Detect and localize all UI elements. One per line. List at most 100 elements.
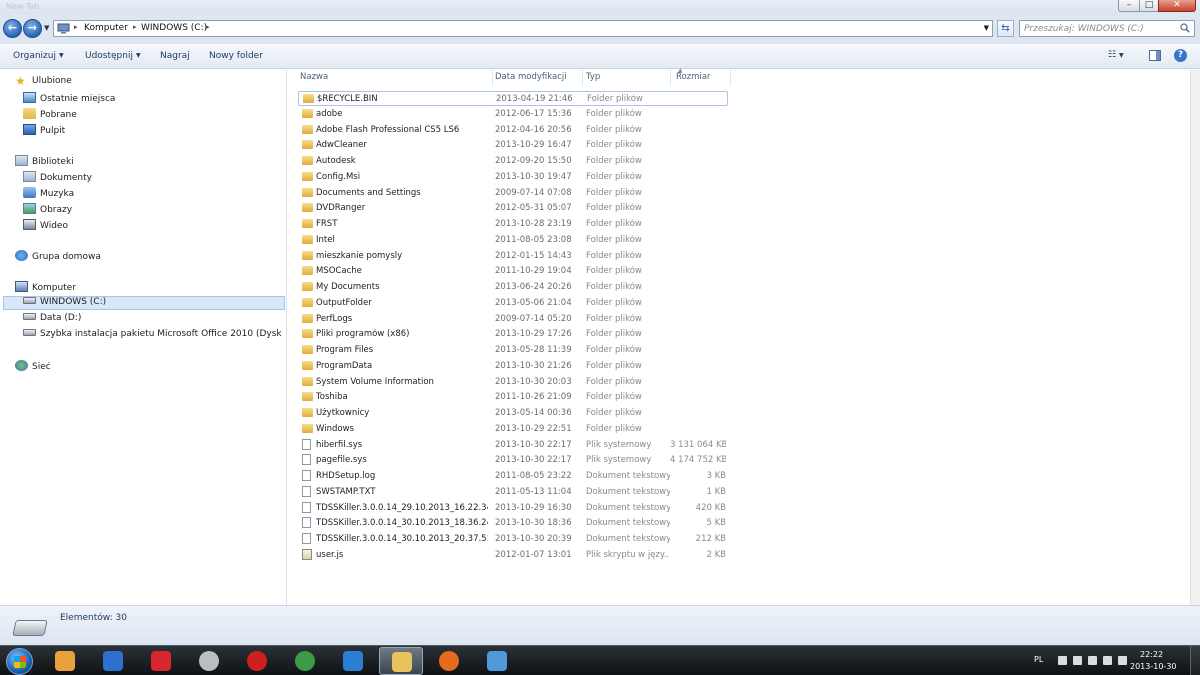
- recent-pages-dropdown-icon[interactable]: ▼: [44, 24, 49, 32]
- file-date: 2013-10-29 16:47: [495, 140, 572, 151]
- nav-libraries[interactable]: Biblioteki: [15, 155, 74, 169]
- table-row[interactable]: System Volume Information 2013-10-30 20:0…: [298, 375, 728, 390]
- clock-date[interactable]: 2013-10-30: [1130, 662, 1177, 671]
- vertical-scrollbar[interactable]: [1190, 70, 1200, 605]
- file-type: Dokument tekstowy: [586, 471, 670, 481]
- table-row[interactable]: SWSTAMP.TXT 2011-05-13 11:04 Dokument teks…: [298, 485, 728, 500]
- table-row[interactable]: Config.Msi 2013-10-30 19:47 Folder plików: [298, 170, 728, 185]
- table-row[interactable]: Windows 2013-10-29 22:51 Folder plików: [298, 422, 728, 437]
- search-input[interactable]: [1020, 21, 1170, 36]
- table-row[interactable]: RHDSetup.log 2011-08-05 23:22 Dokument tek…: [298, 469, 728, 484]
- table-row[interactable]: OutputFolder 2013-05-06 21:04 Folder plikó…: [298, 296, 728, 311]
- search-icon[interactable]: [1180, 23, 1190, 33]
- nav-item-data-d[interactable]: Data (D:): [23, 313, 81, 327]
- table-row[interactable]: adobe 2012-06-17 15:36 Folder plików: [298, 107, 728, 122]
- clock-time[interactable]: 22:22: [1140, 650, 1163, 659]
- address-history-dropdown-icon[interactable]: ▼: [984, 24, 989, 32]
- table-row[interactable]: Toshiba 2011-10-26 21:09 Folder plików: [298, 390, 728, 405]
- nav-favorites[interactable]: ★ Ulubione: [15, 76, 72, 90]
- power-icon[interactable]: [1088, 656, 1097, 665]
- table-row[interactable]: Użytkownicy 2013-05-14 00:36 Folder plików: [298, 406, 728, 421]
- table-row[interactable]: Adobe Flash Professional CS5 LS6 2012-04-…: [298, 123, 728, 138]
- breadcrumb-separator-icon[interactable]: ▸: [206, 23, 210, 31]
- preview-pane-button[interactable]: [1149, 50, 1161, 61]
- nav-item-office-drive[interactable]: Szybka instalacja pakietu Microsoft Offi…: [23, 329, 285, 343]
- table-row[interactable]: mieszkanie pomysly 2012-01-15 14:43 Folder…: [298, 249, 728, 264]
- table-row[interactable]: TDSSKiller.3.0.0.14_30.10.2013_18.36.24_…: [298, 516, 728, 531]
- table-row[interactable]: $RECYCLE.BIN 2013-04-19 21:46 Folder plikó…: [298, 91, 728, 106]
- change-view-button[interactable]: ☷ ▼: [1108, 50, 1124, 60]
- table-row[interactable]: user.js 2012-01-07 13:01 Plik skryptu w ję…: [298, 548, 728, 563]
- close-button[interactable]: ✕: [1158, 0, 1196, 12]
- burn-button[interactable]: Nagraj: [160, 51, 190, 61]
- taskbar-app-button[interactable]: [235, 647, 279, 675]
- back-button[interactable]: ←: [3, 19, 22, 38]
- taskbar-app-button[interactable]: [43, 647, 87, 675]
- new-folder-button[interactable]: Nowy folder: [209, 51, 263, 61]
- nav-network[interactable]: Sieć: [15, 360, 51, 374]
- share-menu-button[interactable]: Udostępnij ▼: [85, 51, 141, 61]
- breadcrumb-computer[interactable]: Komputer: [84, 23, 128, 33]
- folder-icon: [302, 266, 313, 276]
- forward-button[interactable]: →: [23, 19, 42, 38]
- network-signal-icon[interactable]: [1103, 656, 1112, 665]
- table-row[interactable]: FRST 2013-10-28 23:19 Folder plików: [298, 217, 728, 232]
- organize-menu-button[interactable]: Organizuj ▼: [13, 51, 64, 61]
- table-row[interactable]: hiberfil.sys 2013-10-30 22:17 Plik systemo…: [298, 438, 728, 453]
- table-row[interactable]: Program Files 2013-05-28 11:39 Folder plik…: [298, 343, 728, 358]
- table-row[interactable]: pagefile.sys 2013-10-30 22:17 Plik systemo…: [298, 453, 728, 468]
- table-row[interactable]: Autodesk 2012-09-20 15:50 Folder plików: [298, 154, 728, 169]
- table-row[interactable]: DVDRanger 2012-05-31 05:07 Folder plików: [298, 201, 728, 216]
- minimize-button[interactable]: –: [1118, 0, 1140, 12]
- table-row[interactable]: Pliki programów (x86) 2013-10-29 17:26 Fol…: [298, 327, 728, 342]
- refresh-button[interactable]: ⇆: [997, 20, 1014, 37]
- column-header-size[interactable]: Rozmiar: [676, 70, 731, 86]
- show-desktop-button[interactable]: [1190, 646, 1200, 675]
- address-bar[interactable]: ▸ Komputer ▸ WINDOWS (C:) ▸ ▼: [53, 20, 993, 37]
- file-date: 2011-10-26 21:09: [495, 392, 572, 403]
- breadcrumb-separator-icon[interactable]: ▸: [133, 23, 137, 31]
- nav-item-downloads[interactable]: Pobrane: [23, 108, 77, 122]
- table-row[interactable]: MSOCache 2011-10-29 19:04 Folder plików: [298, 264, 728, 279]
- table-row[interactable]: My Documents 2013-06-24 20:26 Folder plikó…: [298, 280, 728, 295]
- computer-icon: [15, 281, 28, 292]
- nav-homegroup[interactable]: Grupa domowa: [15, 250, 101, 264]
- column-header-type[interactable]: Typ: [586, 70, 671, 86]
- tray-expand-icon[interactable]: [1058, 656, 1067, 665]
- file-name: $RECYCLE.BIN: [317, 94, 378, 104]
- table-row[interactable]: PerfLogs 2009-07-14 05:20 Folder plików: [298, 312, 728, 327]
- nav-item-music[interactable]: Muzyka: [23, 187, 74, 201]
- table-row[interactable]: ProgramData 2013-10-30 21:26 Folder plików: [298, 359, 728, 374]
- help-button[interactable]: ?: [1174, 49, 1187, 62]
- table-row[interactable]: Documents and Settings 2009-07-14 07:08 Fo…: [298, 186, 728, 201]
- language-indicator[interactable]: PL: [1034, 655, 1043, 664]
- breadcrumb-windows-c[interactable]: WINDOWS (C:): [141, 23, 207, 33]
- table-row[interactable]: AdwCleaner 2013-10-29 16:47 Folder plików: [298, 138, 728, 153]
- taskbar-app-button[interactable]: [139, 647, 183, 675]
- tray-flag-icon[interactable]: [1073, 656, 1082, 665]
- taskbar-app-button[interactable]: [379, 647, 423, 675]
- maximize-button[interactable]: □: [1139, 0, 1159, 12]
- volume-icon[interactable]: [1118, 656, 1127, 665]
- column-header-date[interactable]: Data modyfikacji: [495, 70, 583, 86]
- nav-item-pictures[interactable]: Obrazy: [23, 203, 72, 217]
- nav-item-documents[interactable]: Dokumenty: [23, 171, 92, 185]
- taskbar-app-button[interactable]: [475, 647, 519, 675]
- start-button[interactable]: [6, 648, 33, 675]
- taskbar-app-button[interactable]: [331, 647, 375, 675]
- column-header-name[interactable]: Nazwa: [300, 70, 493, 86]
- taskbar-app-button[interactable]: [91, 647, 135, 675]
- table-row[interactable]: TDSSKiller.3.0.0.14_29.10.2013_16.22.34_…: [298, 501, 728, 516]
- taskbar-app-button[interactable]: [283, 647, 327, 675]
- taskbar-app-button[interactable]: [187, 647, 231, 675]
- nav-item-videos[interactable]: Wideo: [23, 219, 68, 233]
- table-row[interactable]: Intel 2011-08-05 23:08 Folder plików: [298, 233, 728, 248]
- taskbar-app-button[interactable]: [427, 647, 471, 675]
- nav-computer[interactable]: Komputer: [15, 281, 76, 295]
- firefox-icon: [439, 651, 459, 671]
- nav-item-recent-places[interactable]: Ostatnie miejsca: [23, 92, 115, 106]
- nav-computer-label: Komputer: [32, 283, 76, 293]
- nav-item-desktop[interactable]: Pulpit: [23, 124, 65, 138]
- nav-item-windows-c[interactable]: WINDOWS (C:): [3, 296, 285, 310]
- table-row[interactable]: TDSSKiller.3.0.0.14_30.10.2013_20.37.51_…: [298, 532, 728, 547]
